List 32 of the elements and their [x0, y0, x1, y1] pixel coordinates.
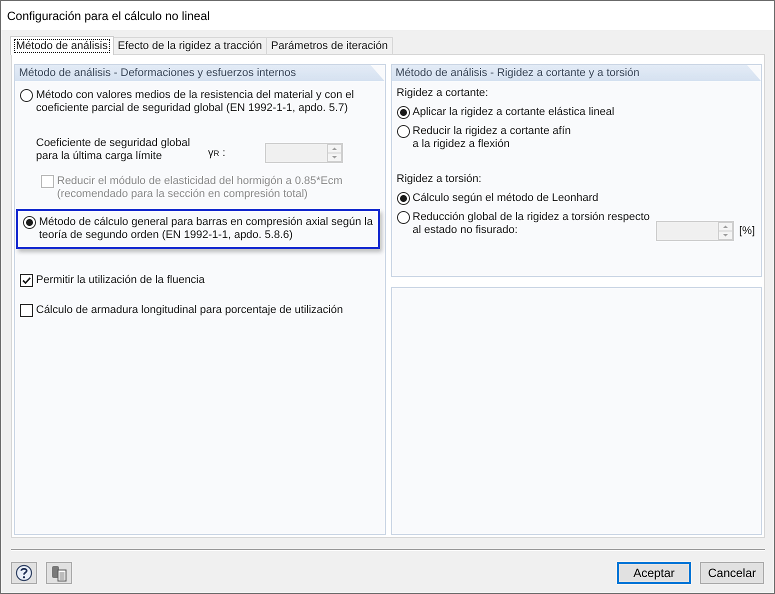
radio-button[interactable] — [396, 211, 410, 224]
group-header: Método de análisis - Rigidez a cortante y a torsión — [392, 65, 761, 81]
radio-button[interactable] — [396, 125, 410, 138]
document-icon — [50, 564, 68, 582]
help-icon — [15, 564, 33, 582]
radio-label[interactable]: Reducir la rigidez a cortante afín a la rigidez a flexión — [412, 125, 755, 151]
tab[interactable]: Parámetros de iteración — [266, 37, 393, 54]
radio-label[interactable]: Método con valores medios de la resistencia del material y con el coeficiente parcial de seguridad global (EN 1992-1-1, apdo. 5.7) — [36, 89, 378, 115]
radio-button[interactable] — [20, 89, 33, 102]
help-button[interactable] — [11, 562, 37, 584]
section-heading: Rigidez a torsión: — [396, 173, 482, 186]
section-heading: Rigidez a cortante: — [396, 87, 490, 100]
dialog-button[interactable]: Cancelar — [700, 562, 764, 584]
tab[interactable]: Método de análisis — [10, 36, 114, 55]
radio-label[interactable]: Cálculo según el método de Leonhard — [412, 192, 755, 205]
checkbox[interactable] — [20, 274, 33, 287]
checkbox-label[interactable]: Cálculo de armadura longitudinal para porcentaje de utilización — [36, 304, 343, 317]
window-title: Configuración para el cálculo no lineal — [7, 8, 210, 22]
unit-label: [%] — [739, 225, 755, 238]
dialog-button[interactable]: Aceptar — [617, 562, 691, 584]
radio-label[interactable]: Aplicar la rigidez a cortante elástica lineal — [412, 106, 755, 119]
checkbox[interactable] — [20, 304, 33, 317]
tab[interactable]: Efecto de la rigidez a tracción — [112, 37, 268, 54]
radio-label[interactable]: Reducción global de la rigidez a torsión respecto al estado no fisurado: — [412, 211, 654, 237]
radio-button[interactable] — [396, 106, 410, 119]
radio-label[interactable]: Método de cálculo general para barras en compresión axial según la teoría de segundo orden (EN 1992-1-1, apdo. 5.8.6) — [39, 216, 374, 242]
radio-button[interactable] — [23, 216, 36, 229]
radio-button[interactable] — [396, 192, 410, 205]
document-button[interactable] — [46, 562, 72, 584]
group-header: Método de análisis - Deformaciones y esfuerzos internos — [15, 65, 384, 81]
checkbox-label[interactable]: Permitir la utilización de la fluencia — [36, 274, 205, 287]
factor-label: Coeficiente de seguridad global para la última carga límite — [36, 137, 192, 163]
